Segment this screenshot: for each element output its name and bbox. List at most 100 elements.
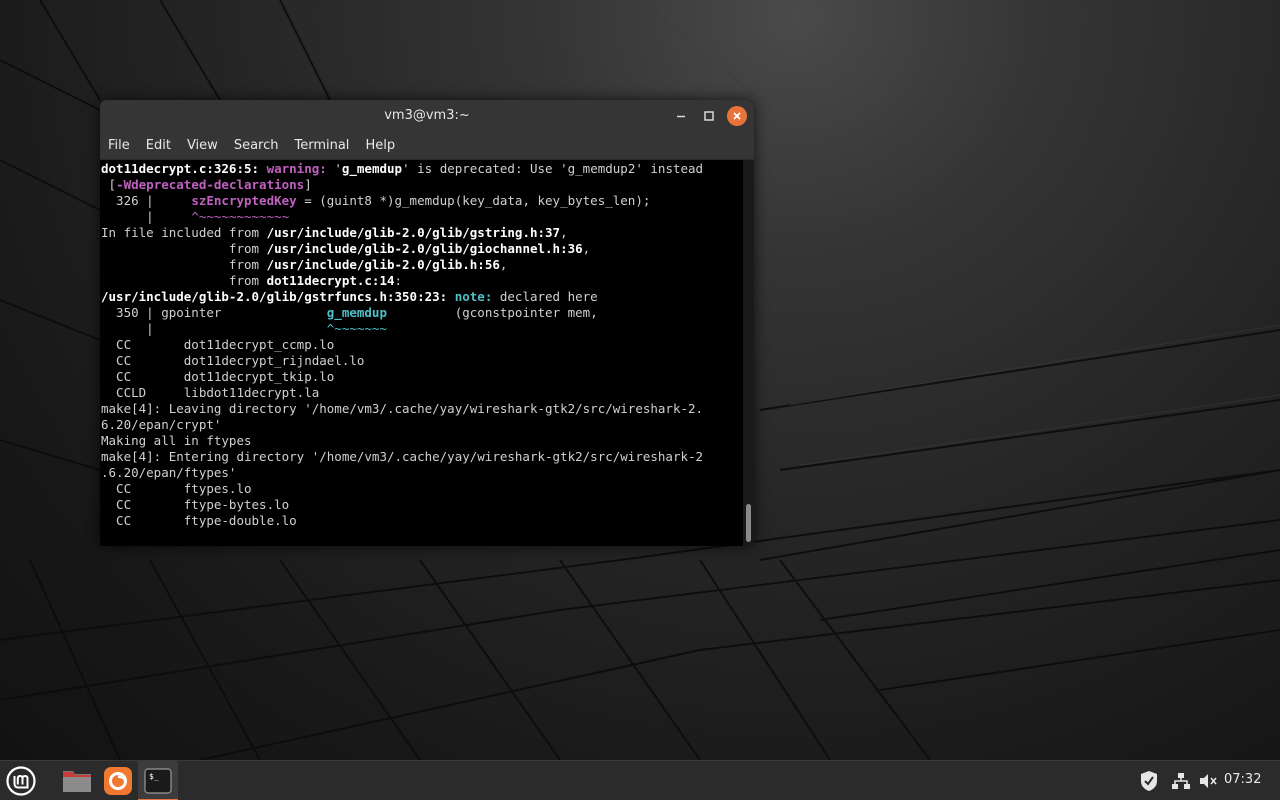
terminal-line: CC ftype-bytes.lo <box>101 497 743 513</box>
terminal-text-segment: 350 | gpointer <box>101 305 327 320</box>
terminal-line: make[4]: Entering directory '/home/vm3/.… <box>101 449 743 465</box>
terminal-text-segment: , <box>499 257 508 272</box>
terminal-line: from /usr/include/glib-2.0/glib.h:56, <box>101 257 743 273</box>
terminal-line: [-Wdeprecated-declarations] <box>101 177 743 193</box>
network-icon <box>1172 773 1190 789</box>
network-tray[interactable] <box>1169 769 1193 793</box>
terminal-line: from dot11decrypt.c:14: <box>101 273 743 289</box>
terminal-text-segment: g_memdup <box>341 161 403 176</box>
terminal-text-segment: g_memdup <box>326 305 387 320</box>
menu-edit[interactable]: Edit <box>138 132 179 159</box>
terminal-text-segment: , <box>560 225 568 240</box>
terminal-line: 6.20/epan/crypt' <box>101 417 743 433</box>
terminal-text-segment: make[4]: Leaving directory '/home/vm3/.c… <box>101 401 704 416</box>
terminal-text-segment: CC ftype-double.lo <box>101 513 297 528</box>
terminal-text-segment: | <box>101 209 192 224</box>
update-manager-tray[interactable] <box>1137 769 1161 793</box>
terminal-text-segment: make[4]: Entering directory '/home/vm3/.… <box>101 449 704 464</box>
terminal-text-segment: ] <box>304 177 312 192</box>
terminal-text-segment: warning: <box>266 161 335 176</box>
terminal-text-segment: [ <box>101 177 117 192</box>
terminal-text-segment: szEncryptedKey <box>191 193 297 208</box>
firefox-launcher[interactable] <box>102 765 134 797</box>
terminal-scrollbar[interactable] <box>743 160 754 546</box>
terminal-text-segment: 6.20/epan/crypt' <box>101 417 222 432</box>
terminal-text-segment: 326 | <box>101 193 192 208</box>
terminal-output[interactable]: dot11decrypt.c:326:5: warning: 'g_memdup… <box>100 160 743 546</box>
terminal-line: from /usr/include/glib-2.0/glib/giochann… <box>101 241 743 257</box>
terminal-text-segment: | <box>101 321 327 336</box>
maximize-icon <box>704 111 714 121</box>
firefox-icon <box>104 767 132 795</box>
minimize-icon <box>677 115 685 118</box>
terminal-text-segment: (gconstpointer mem, <box>387 305 598 320</box>
terminal-text-segment: note: <box>454 289 500 304</box>
terminal-text-segment: /usr/include/glib-2.0/glib/giochannel.h:… <box>266 241 583 256</box>
svg-text:$_: $_ <box>149 772 159 781</box>
menu-help[interactable]: Help <box>357 132 403 159</box>
terminal-text-segment: .6.20/epan/ftypes' <box>101 465 237 480</box>
scrollbar-thumb[interactable] <box>746 504 751 542</box>
files-launcher[interactable] <box>61 765 93 797</box>
terminal-text-segment: -Wdeprecated-declarations <box>116 177 305 192</box>
terminal-text-segment: /usr/include/glib-2.0/glib/gstrfuncs.h:3… <box>101 289 455 304</box>
terminal-line: CC dot11decrypt_ccmp.lo <box>101 337 743 353</box>
terminal-line: | ^~~~~~~~~~~~~ <box>101 209 743 225</box>
terminal-text-segment: Making all in ftypes <box>101 433 252 448</box>
terminal-icon: $_ <box>144 768 172 794</box>
minimize-button[interactable] <box>671 106 691 126</box>
maximize-button[interactable] <box>699 106 719 126</box>
terminal-line: 326 | szEncryptedKey = (guint8 *)g_memdu… <box>101 193 743 209</box>
taskbar: $_ 07:32 <box>0 760 1280 800</box>
terminal-line: /usr/include/glib-2.0/glib/gstrfuncs.h:3… <box>101 289 743 305</box>
terminal-text-segment: CC dot11decrypt_ccmp.lo <box>101 337 335 352</box>
terminal-launcher-active[interactable]: $_ <box>138 761 178 800</box>
clock[interactable]: 07:32 <box>1224 772 1261 787</box>
terminal-text-segment: ' <box>334 161 342 176</box>
terminal-text-segment: /usr/include/glib-2.0/glib/gstring.h:37 <box>266 225 561 240</box>
terminal-text-segment: , <box>582 241 591 256</box>
terminal-text-segment: from <box>101 273 267 288</box>
linux-mint-logo-icon <box>6 766 36 796</box>
terminal-text-segment: ' is deprecated: Use 'g_memdup2' instead <box>402 161 704 176</box>
menubar: File Edit View Search Terminal Help <box>100 132 754 160</box>
terminal-text-segment: = (guint8 *)g_memdup(key_data, key_bytes… <box>296 193 651 208</box>
shield-icon <box>1141 771 1157 791</box>
window-title: vm3@vm3:~ <box>384 108 470 123</box>
terminal-text-segment: ^~~~~~~~~~~~~ <box>191 209 290 224</box>
menu-search[interactable]: Search <box>226 132 287 159</box>
terminal-text-segment: declared here <box>499 289 598 304</box>
terminal-text-segment: In file included from <box>101 225 267 240</box>
terminal-text-segment: CC dot11decrypt_tkip.lo <box>101 369 335 384</box>
menu-file[interactable]: File <box>100 132 138 159</box>
terminal-line: In file included from /usr/include/glib-… <box>101 225 743 241</box>
terminal-text-segment: CC ftype-bytes.lo <box>101 497 290 512</box>
terminal-line: Making all in ftypes <box>101 433 743 449</box>
terminal-line: | ^~~~~~~~ <box>101 321 743 337</box>
terminal-line: CC dot11decrypt_rijndael.lo <box>101 353 743 369</box>
volume-muted-icon <box>1200 774 1217 788</box>
terminal-window[interactable]: vm3@vm3:~ File Edit View Search Terminal… <box>100 100 754 546</box>
terminal-line: 350 | gpointer g_memdup (gconstpointer m… <box>101 305 743 321</box>
terminal-text-segment: from <box>101 241 267 256</box>
terminal-line: CCLD libdot11decrypt.la <box>101 385 743 401</box>
volume-tray[interactable] <box>1196 769 1220 793</box>
terminal-line: CC dot11decrypt_tkip.lo <box>101 369 743 385</box>
menu-view[interactable]: View <box>179 132 226 159</box>
terminal-text-segment: from <box>101 257 267 272</box>
menu-terminal[interactable]: Terminal <box>286 132 357 159</box>
terminal-text-segment: CC ftypes.lo <box>101 481 252 496</box>
terminal-lines: dot11decrypt.c:326:5: warning: 'g_memdup… <box>100 160 743 529</box>
terminal-line: .6.20/epan/ftypes' <box>101 465 743 481</box>
terminal-text-segment: CC dot11decrypt_rijndael.lo <box>101 353 365 368</box>
terminal-text-segment: dot11decrypt.c:14 <box>266 273 395 288</box>
terminal-text-segment: ^~~~~~~~ <box>326 321 387 336</box>
terminal-text-segment: dot11decrypt.c:326:5: <box>101 161 267 176</box>
terminal-line: make[4]: Leaving directory '/home/vm3/.c… <box>101 401 743 417</box>
close-button[interactable] <box>727 106 747 126</box>
files-folder-icon <box>63 771 91 792</box>
start-menu-button[interactable] <box>5 765 37 797</box>
terminal-line: CC ftype-double.lo <box>101 513 743 529</box>
window-titlebar[interactable]: vm3@vm3:~ <box>100 100 754 132</box>
terminal-line: dot11decrypt.c:326:5: warning: 'g_memdup… <box>101 161 743 177</box>
